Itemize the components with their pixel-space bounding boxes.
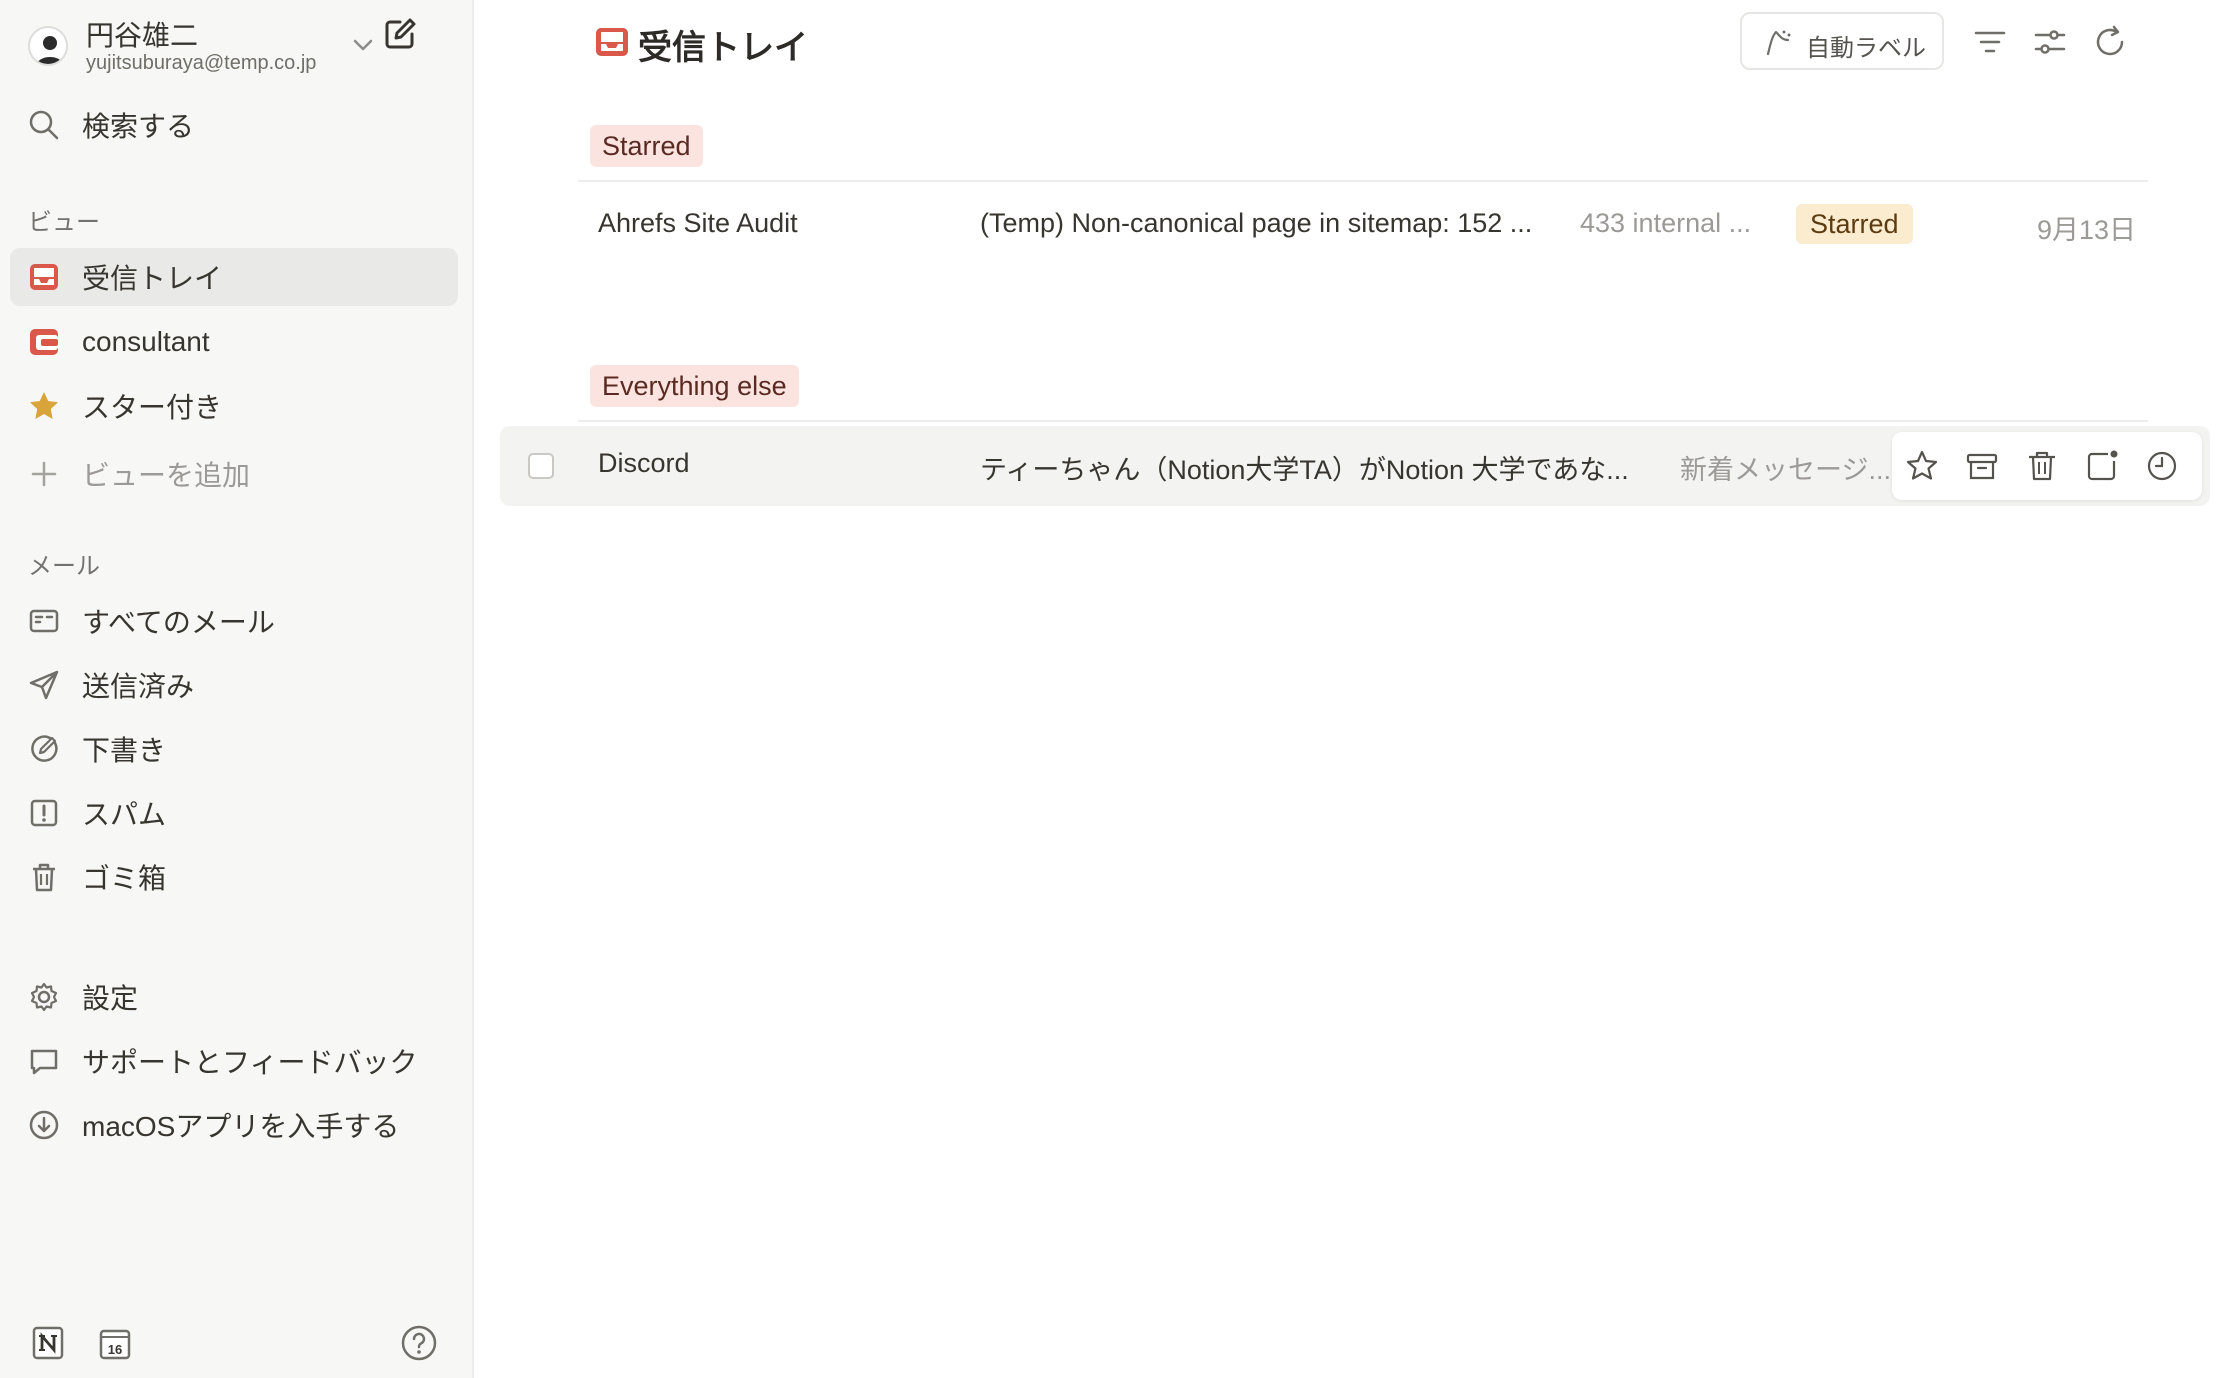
support-link[interactable]: サポートとフィードバック [10,1032,458,1090]
email-subject: ティーちゃん（Notion大学TA）がNotion 大学であな... [980,455,1629,485]
sidebar-item-spam[interactable]: スパム [10,784,458,842]
sidebar-item-label: ゴミ箱 [82,863,167,894]
group-tag-everything-else: Everything else [590,365,799,407]
add-view-label: ビューを追加 [82,460,251,491]
chat-icon [28,1045,60,1077]
email-sender: Ahrefs Site Audit [598,208,798,238]
inbox-icon [594,24,630,60]
email-sender: Discord [598,448,690,478]
email-subject: (Temp) Non-canonical page in sitemap: 15… [980,208,1533,238]
email-row[interactable]: Discord ティーちゃん（Notion大学TA）がNotion 大学であな.… [500,426,2210,506]
snooze-clock-icon[interactable] [2144,448,2180,484]
archive-icon[interactable] [1964,448,2000,484]
chevron-down-icon[interactable] [348,30,378,60]
sidebar-item-all-mail[interactable]: すべてのメール [10,592,458,650]
trash-icon [28,861,60,893]
compose-icon[interactable] [380,14,420,54]
page-title: 受信トレイ [638,29,808,67]
sidebar-item-label: スター付き [82,392,223,423]
divider [578,420,2148,422]
auto-label-icon [1762,26,1794,58]
add-view-button[interactable]: ビューを追加 [10,445,458,503]
all-mail-icon [28,605,60,637]
macos-app-link[interactable]: macOSアプリを入手する [10,1096,458,1154]
row-checkbox[interactable] [528,453,554,479]
divider [578,180,2148,182]
search-label: 検索する [82,111,195,142]
mark-unread-icon[interactable] [2084,448,2120,484]
avatar [28,26,68,66]
sidebar-item-label: consultant [82,326,210,357]
auto-label-button[interactable]: 自動ラベル [1740,12,1944,70]
settings-sliders-icon[interactable] [2032,24,2068,60]
settings-label: 設定 [82,983,139,1014]
group-tag-starred: Starred [590,125,703,167]
label-icon [28,326,60,358]
search-button[interactable]: 検索する [10,96,458,154]
sidebar-item-label: すべてのメール [82,607,275,638]
help-icon[interactable] [400,1324,438,1362]
sidebar-item-consultant[interactable]: consultant [10,313,458,371]
email-preview: 433 internal ... [1580,208,1752,238]
star-icon [28,390,60,422]
star-icon[interactable] [1904,448,1940,484]
macos-app-label: macOSアプリを入手する [82,1111,400,1142]
email-date: 9月13日 [2036,215,2136,245]
plus-icon [28,458,60,490]
sidebar-item-label: 下書き [82,735,167,766]
sidebar-item-label: 受信トレイ [82,263,223,294]
refresh-icon[interactable] [2092,24,2128,60]
views-section-label: ビュー [28,209,100,236]
email-preview: 新着メッセージ... [1680,455,1890,485]
download-icon [28,1109,60,1141]
filter-icon[interactable] [1972,24,2008,60]
sidebar-item-drafts[interactable]: 下書き [10,720,458,778]
row-actions [1892,432,2202,500]
mail-section-label: メール [28,553,100,580]
spam-icon [28,797,60,829]
inbox-icon [28,261,60,293]
gear-icon [28,981,60,1013]
support-label: サポートとフィードバック [82,1047,418,1078]
svg-text:16: 16 [108,1342,122,1357]
sidebar-item-starred[interactable]: スター付き [10,377,458,435]
draft-icon [28,733,60,765]
settings-link[interactable]: 設定 [10,968,458,1026]
calendar-icon[interactable]: 16 [96,1324,134,1362]
send-icon [28,669,60,701]
sidebar-item-label: 送信済み [82,671,195,702]
account-name: 円谷雄二 [86,20,199,51]
search-icon [28,109,60,141]
main-panel: 受信トレイ 自動ラベル Starred Ahrefs Site Audit (T… [476,0,2216,1378]
sidebar: 円谷雄二 yujitsuburaya@temp.co.jp 検索する ビュー 受… [0,0,474,1378]
notion-icon[interactable] [30,1324,68,1362]
starred-badge: Starred [1796,204,1913,244]
trash-icon[interactable] [2024,448,2060,484]
email-row[interactable]: Ahrefs Site Audit (Temp) Non-canonical p… [476,184,2216,264]
sidebar-item-inbox[interactable]: 受信トレイ [10,248,458,306]
sidebar-item-label: スパム [82,799,167,830]
sidebar-item-sent[interactable]: 送信済み [10,656,458,714]
account-email: yujitsuburaya@temp.co.jp [86,52,317,74]
sidebar-item-trash[interactable]: ゴミ箱 [10,848,458,906]
auto-label-text: 自動ラベル [1806,35,1926,62]
